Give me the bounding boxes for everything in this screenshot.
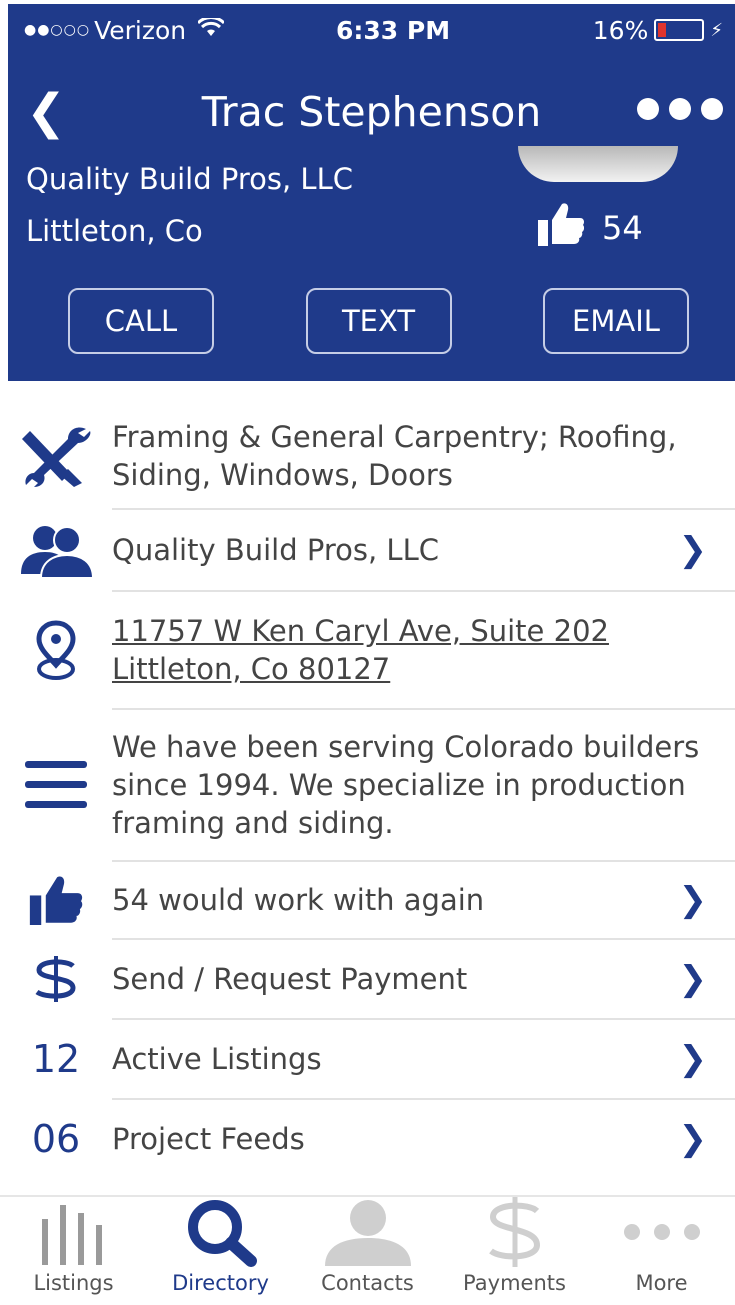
chevron-right-icon: ❯: [678, 530, 708, 570]
feeds-text: Project Feeds: [112, 1122, 305, 1156]
recommendations-text: 54 would work with again: [112, 883, 485, 917]
menu-lines-icon: [0, 759, 112, 811]
trades-row: Framing & General Carpentry; Roofing, Si…: [0, 404, 735, 508]
tab-directory[interactable]: Directory: [147, 1197, 294, 1305]
chevron-right-icon: ❯: [678, 1119, 708, 1159]
description-row: We have been serving Colorado builders s…: [0, 710, 735, 860]
carrier-name: Verizon: [94, 15, 187, 45]
address-row[interactable]: 11757 W Ken Caryl Ave, Suite 202 Littlet…: [0, 592, 735, 708]
search-icon: [185, 1197, 257, 1267]
battery-percent: 16%: [592, 15, 649, 45]
tab-label: Directory: [172, 1271, 269, 1295]
company-text: Quality Build Pros, LLC: [112, 533, 439, 567]
more-dots-icon: [622, 1197, 702, 1267]
nav-bar: ❮ Trac Stephenson: [8, 84, 735, 144]
tab-bar: Listings Directory Contacts Payments Mor…: [0, 1195, 735, 1305]
carrier-info: ●●○○○ Verizon: [24, 15, 226, 45]
company-row[interactable]: Quality Build Pros, LLC ❯: [0, 510, 735, 590]
address-line-2: Littleton, Co 80127: [112, 652, 391, 686]
tab-label: Contacts: [321, 1271, 414, 1295]
battery-indicator: 16% ⚡: [593, 16, 723, 45]
tab-listings[interactable]: Listings: [0, 1197, 147, 1305]
dollar-icon: [0, 956, 112, 1002]
charging-icon: ⚡: [710, 19, 723, 41]
header-location: Littleton, Co: [26, 214, 203, 248]
listings-text: Active Listings: [112, 1042, 322, 1076]
trades-text: Framing & General Carpentry; Roofing, Si…: [112, 420, 677, 492]
tab-more[interactable]: More: [588, 1197, 735, 1305]
person-icon: [323, 1197, 413, 1267]
page-title: Trac Stephenson: [201, 88, 542, 136]
wifi-icon: [197, 15, 226, 43]
like-summary: 54: [538, 202, 643, 254]
like-count: 54: [602, 209, 643, 247]
tab-label: More: [635, 1271, 688, 1295]
email-button[interactable]: EMAIL: [543, 288, 689, 354]
thumbs-up-icon: [0, 875, 112, 925]
chevron-right-icon: ❯: [678, 959, 708, 999]
contact-actions: CALL TEXT EMAIL: [68, 288, 689, 354]
text-button[interactable]: TEXT: [305, 288, 452, 354]
listings-row[interactable]: 12 Active Listings ❯: [0, 1020, 735, 1098]
call-button[interactable]: CALL: [68, 288, 214, 354]
feeds-row[interactable]: 06 Project Feeds ❯: [0, 1100, 735, 1178]
battery-icon: [654, 19, 705, 41]
map-pin-icon: [0, 619, 112, 681]
chevron-right-icon: ❯: [678, 880, 708, 920]
tab-contacts[interactable]: Contacts: [294, 1197, 441, 1305]
tab-label: Listings: [33, 1271, 114, 1295]
listings-count: 12: [31, 1037, 81, 1081]
tools-icon: [0, 425, 112, 487]
detail-list: Framing & General Carpentry; Roofing, Si…: [0, 404, 735, 1178]
signal-strength-icon: ●●○○○: [24, 22, 91, 38]
status-bar: ●●○○○ Verizon 6:33 PM 16% ⚡: [24, 14, 727, 46]
status-time: 6:33 PM: [336, 15, 451, 45]
recommendations-row[interactable]: 54 would work with again ❯: [0, 862, 735, 938]
payment-row[interactable]: Send / Request Payment ❯: [0, 940, 735, 1018]
tab-label: Payments: [463, 1271, 566, 1295]
avatar: [518, 146, 678, 182]
address-line-1: 11757 W Ken Caryl Ave, Suite 202: [112, 614, 609, 648]
address-link[interactable]: 11757 W Ken Caryl Ave, Suite 202 Littlet…: [112, 612, 735, 688]
profile-header: ●●○○○ Verizon 6:33 PM 16% ⚡ ❮ Trac Steph…: [8, 4, 735, 381]
dollar-icon: [485, 1197, 545, 1267]
thumbs-up-icon: [538, 202, 585, 254]
group-icon: [0, 522, 112, 578]
chevron-right-icon: ❯: [678, 1039, 708, 1079]
description-text: We have been serving Colorado builders s…: [112, 730, 700, 840]
feeds-count: 06: [31, 1117, 81, 1161]
bars-icon: [38, 1197, 110, 1267]
payment-text: Send / Request Payment: [112, 962, 468, 996]
more-options-icon[interactable]: [637, 98, 723, 120]
tab-payments[interactable]: Payments: [441, 1197, 588, 1305]
header-company: Quality Build Pros, LLC: [26, 162, 353, 196]
